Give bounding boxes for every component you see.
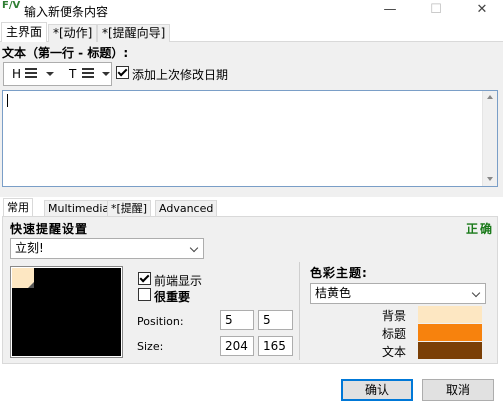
check-icon bbox=[139, 272, 150, 283]
size-height-input[interactable]: 165 bbox=[258, 336, 293, 356]
resize-corner-icon bbox=[28, 282, 34, 288]
minimize-button[interactable]: — bbox=[370, 0, 410, 22]
tab-common[interactable]: 常用 bbox=[3, 198, 33, 216]
position-label: Position: bbox=[137, 315, 184, 328]
quick-reminder-select[interactable]: 立刻! bbox=[10, 238, 204, 259]
status-badge: 正确 bbox=[466, 222, 495, 236]
important-label: 很重要 bbox=[154, 290, 191, 304]
heading-dropdown-icon[interactable] bbox=[46, 72, 54, 76]
scroll-down-icon[interactable] bbox=[487, 177, 493, 181]
position-y-input[interactable]: 5 bbox=[258, 310, 293, 330]
front-display-label: 前端显示 bbox=[154, 274, 203, 288]
heading-button[interactable]: H bbox=[12, 65, 21, 83]
close-button[interactable]: ✕ bbox=[462, 0, 502, 22]
color-theme-label: 色彩主题: bbox=[310, 266, 368, 280]
format-toolbar: H T bbox=[3, 62, 112, 86]
tab-main[interactable]: 主界面 bbox=[1, 22, 48, 42]
position-x-input[interactable]: 5 bbox=[220, 310, 254, 330]
app-icon: F/V bbox=[2, 0, 21, 11]
cancel-button[interactable]: 取消 bbox=[422, 379, 494, 401]
add-date-checkbox[interactable] bbox=[116, 66, 129, 79]
text-button[interactable]: T bbox=[69, 65, 76, 83]
quick-reminder-label: 快速提醒设置 bbox=[10, 222, 89, 236]
important-checkbox[interactable] bbox=[138, 288, 151, 301]
color-theme-value: 桔黄色 bbox=[315, 286, 352, 300]
editor-scrollbar[interactable] bbox=[482, 91, 497, 186]
maximize-button[interactable]: ☐ bbox=[416, 0, 456, 22]
background-swatch[interactable] bbox=[418, 306, 482, 323]
tab-advanced[interactable]: Advanced bbox=[155, 200, 218, 216]
tab-multimedia[interactable]: Multimedia bbox=[44, 200, 114, 216]
confirm-button[interactable]: 确认 bbox=[341, 379, 413, 401]
align-lines-icon bbox=[25, 68, 37, 78]
note-text-editor[interactable] bbox=[2, 90, 498, 187]
add-date-label: 添加上次修改日期 bbox=[132, 68, 229, 82]
text-caret bbox=[7, 94, 8, 107]
tab-reminder[interactable]: *[提醒] bbox=[107, 200, 152, 216]
tab-reminder-wizard[interactable]: *[提醒向导] bbox=[97, 24, 171, 42]
text-color-label: 文本 bbox=[382, 345, 407, 359]
chevron-down-icon bbox=[471, 288, 481, 298]
size-label: Size: bbox=[137, 340, 164, 353]
background-label: 背景 bbox=[382, 309, 407, 323]
window-title: 输入新便条内容 bbox=[24, 5, 109, 19]
front-display-checkbox[interactable] bbox=[138, 272, 151, 285]
chevron-down-icon bbox=[189, 243, 199, 253]
color-theme-select[interactable]: 桔黄色 bbox=[310, 283, 486, 304]
title-label: 标题 bbox=[382, 327, 407, 341]
text-dropdown-icon[interactable] bbox=[102, 72, 110, 76]
check-icon bbox=[117, 66, 128, 77]
text-lines-icon bbox=[82, 68, 94, 78]
title-swatch[interactable] bbox=[418, 324, 482, 341]
section-divider bbox=[299, 262, 300, 360]
tab-actions[interactable]: *[动作] bbox=[48, 24, 98, 42]
size-width-input[interactable]: 204 bbox=[220, 336, 254, 356]
text-section-label: 文本（第一行 - 标题）: bbox=[2, 46, 129, 60]
text-swatch[interactable] bbox=[418, 342, 482, 359]
quick-reminder-value: 立刻! bbox=[15, 241, 44, 255]
scroll-up-icon[interactable] bbox=[487, 95, 493, 99]
